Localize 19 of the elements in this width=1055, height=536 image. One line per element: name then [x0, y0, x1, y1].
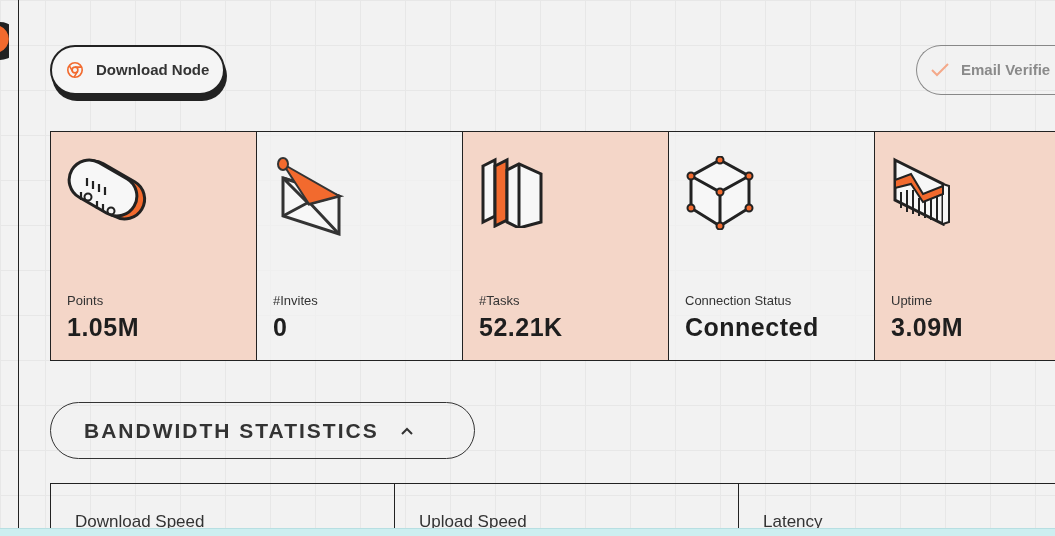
chrome-icon: [66, 61, 84, 79]
stat-label: Points: [67, 293, 105, 309]
stat-value: Connected: [685, 312, 820, 342]
chevron-up-icon: [400, 426, 413, 435]
stat-value: 1.05M: [67, 312, 140, 342]
stat-label: #Invites: [273, 293, 319, 309]
logo-icon: [0, 22, 9, 60]
check-icon: [931, 63, 949, 77]
chart-icon: [891, 156, 951, 226]
stat-label: Connection Status: [685, 293, 793, 309]
stat-value: 52.21K: [479, 312, 564, 342]
stat-label: Uptime: [891, 293, 934, 309]
stat-label: #Tasks: [479, 293, 521, 309]
stat-value: 0: [273, 312, 289, 342]
metric-label: Latency: [763, 512, 823, 531]
stat-value: 3.09M: [891, 312, 964, 342]
cube-icon: [685, 156, 755, 230]
metric-label: Download Speed: [75, 512, 205, 531]
metric-label: Upload Speed: [419, 512, 527, 531]
